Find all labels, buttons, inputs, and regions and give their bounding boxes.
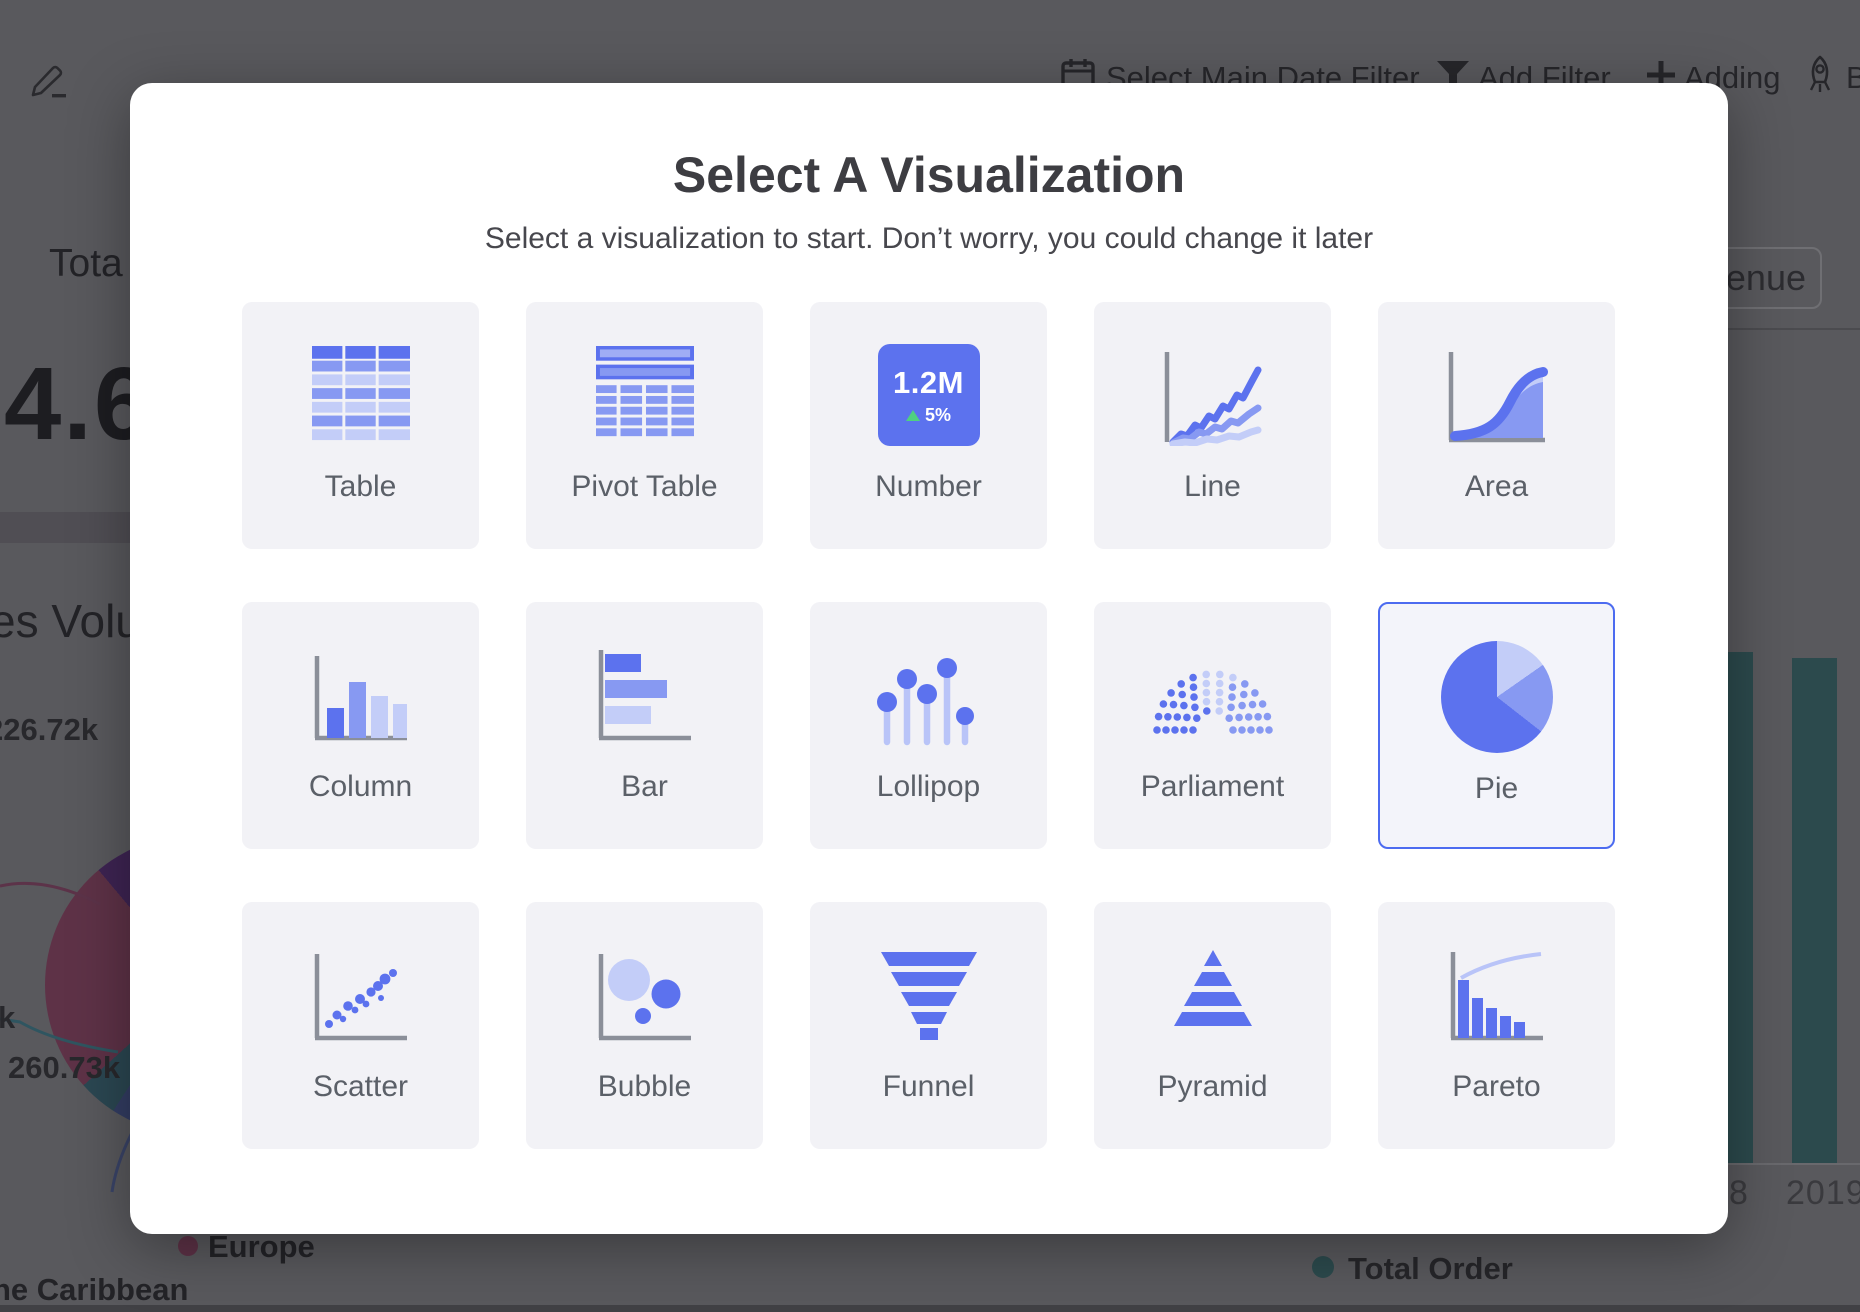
lollipop-chart-icon xyxy=(810,602,1047,774)
viz-tile-label: Bubble xyxy=(526,1070,763,1104)
viz-tile-parliament[interactable]: Parliament xyxy=(1094,602,1331,849)
number-icon-value: 1.2M xyxy=(893,365,964,401)
viz-tile-pie[interactable]: Pie xyxy=(1378,602,1615,849)
viz-tile-pyramid[interactable]: Pyramid xyxy=(1094,902,1331,1149)
screen: Select Main Date Filter Add Filter Addin… xyxy=(0,0,1860,1312)
viz-tile-bubble[interactable]: Bubble xyxy=(526,902,763,1149)
number-kpi-icon: 1.2M 5% xyxy=(810,302,1047,474)
delta-up-triangle-icon xyxy=(906,410,920,421)
viz-tile-line[interactable]: Line xyxy=(1094,302,1331,549)
viz-tile-label: Parliament xyxy=(1094,770,1331,804)
viz-tile-column[interactable]: Column xyxy=(242,602,479,849)
viz-tile-label: Lollipop xyxy=(810,770,1047,804)
axis-tick-2018: 8 xyxy=(1729,1174,1748,1213)
viz-tile-label: Area xyxy=(1378,470,1615,504)
viz-tile-label: Scatter xyxy=(242,1070,479,1104)
viz-tile-lollipop[interactable]: Lollipop xyxy=(810,602,1047,849)
pie-label-mid: k xyxy=(0,1000,15,1036)
scatter-chart-icon xyxy=(242,902,479,1074)
bar-2019 xyxy=(1792,658,1837,1163)
legend-europe[interactable]: Europe xyxy=(208,1229,315,1265)
viz-tile-label: Number xyxy=(810,470,1047,504)
viz-tile-label: Table xyxy=(242,470,479,504)
bottom-band xyxy=(0,1305,1860,1312)
area-chart-icon xyxy=(1378,302,1615,474)
viz-tile-label: Bar xyxy=(526,770,763,804)
viz-tile-area[interactable]: Area xyxy=(1378,302,1615,549)
modal-subtitle: Select a visualization to start. Don’t w… xyxy=(130,221,1728,257)
viz-tile-number[interactable]: 1.2M 5% Number xyxy=(810,302,1047,549)
visualization-grid: Table xyxy=(242,302,1615,1149)
pie-label-top: 226.72k xyxy=(0,712,98,748)
rocket-icon[interactable] xyxy=(1800,54,1840,96)
viz-tile-label: Pivot Table xyxy=(526,470,763,504)
pivot-table-icon xyxy=(526,302,763,474)
legend-caribbean[interactable]: he Caribbean xyxy=(0,1272,188,1308)
select-visualization-modal: Select A Visualization Select a visualiz… xyxy=(130,83,1728,1234)
pie-chart-icon xyxy=(1380,604,1613,776)
viz-tile-scatter[interactable]: Scatter xyxy=(242,902,479,1149)
legend-total-order[interactable]: Total Order xyxy=(1348,1251,1513,1287)
bar-chart-icon xyxy=(526,602,763,774)
viz-tile-bar[interactable]: Bar xyxy=(526,602,763,849)
pareto-chart-icon xyxy=(1378,902,1615,1074)
funnel-chart-icon xyxy=(810,902,1047,1074)
table-chart-icon xyxy=(242,302,479,474)
column-chart-icon xyxy=(242,602,479,774)
x-axis-line xyxy=(1718,1163,1860,1165)
parliament-chart-icon xyxy=(1094,602,1331,774)
line-chart-icon xyxy=(1094,302,1331,474)
viz-tile-pareto[interactable]: Pareto xyxy=(1378,902,1615,1149)
viz-tile-label: Column xyxy=(242,770,479,804)
viz-tile-label: Pareto xyxy=(1378,1070,1615,1104)
legend-dot-europe xyxy=(178,1236,198,1256)
bubble-chart-icon xyxy=(526,902,763,1074)
axis-tick-2019: 2019 xyxy=(1786,1174,1860,1213)
right-divider xyxy=(1728,328,1860,330)
viz-tile-label: Line xyxy=(1094,470,1331,504)
viz-tile-funnel[interactable]: Funnel xyxy=(810,902,1047,1149)
pyramid-chart-icon xyxy=(1094,902,1331,1074)
viz-tile-label: Funnel xyxy=(810,1070,1047,1104)
legend-dot-total-order xyxy=(1312,1256,1334,1278)
modal-title: Select A Visualization xyxy=(130,143,1728,207)
toolbar-boost-partial[interactable]: B xyxy=(1846,60,1860,96)
viz-tile-label: Pie xyxy=(1380,772,1613,806)
viz-tile-table[interactable]: Table xyxy=(242,302,479,549)
number-icon-delta: 5% xyxy=(925,405,951,426)
viz-tile-pivot-table[interactable]: Pivot Table xyxy=(526,302,763,549)
viz-tile-label: Pyramid xyxy=(1094,1070,1331,1104)
pie-label-bottom: 260.73k xyxy=(8,1050,120,1086)
